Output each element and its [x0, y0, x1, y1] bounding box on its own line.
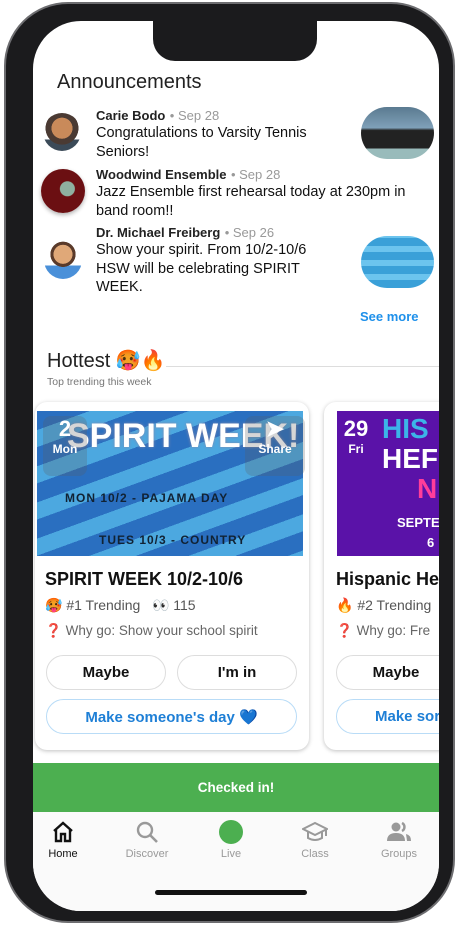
announcement-thumbnail[interactable] [361, 107, 434, 159]
image-text: HEF [382, 443, 438, 474]
screen: Announcements Carie Bodo • Sep 28 Congra… [33, 21, 439, 911]
see-more-link[interactable]: See more [360, 309, 419, 324]
im-in-button[interactable]: I'm in [177, 655, 297, 690]
image-text: SEPTE [397, 515, 439, 530]
view-count: 👀 115 [151, 597, 196, 613]
announcements-title: Announcements [57, 71, 202, 93]
image-text: MON 10/2 - PAJAMA DAY [65, 491, 229, 505]
post-date: • Sep 28 [230, 167, 281, 182]
avatar [43, 113, 81, 151]
event-title: SPIRIT WEEK 10/2-10/6 [45, 569, 244, 589]
maybe-button[interactable]: Maybe [46, 655, 166, 690]
event-card[interactable]: SPIRIT WEEK! MON 10/2 - PAJAMA DAY TUES … [35, 402, 309, 750]
event-card[interactable]: HIS HEF N SEPTE 6 29 Fri Hispanic He 🔥 #… [324, 402, 439, 750]
share-label: Share [258, 442, 292, 456]
image-text: TUES 10/3 - COUNTRY [99, 533, 247, 547]
home-icon [53, 821, 73, 843]
tab-label: Groups [380, 848, 418, 860]
post-date: • Sep 26 [224, 225, 275, 240]
tab-label: Discover [125, 848, 169, 860]
live-dot-icon [219, 820, 243, 844]
share-button[interactable]: ➤ Share [245, 416, 305, 476]
hottest-subtitle: Top trending this week [47, 376, 152, 388]
avatar [41, 169, 85, 213]
question-icon: ❓ [336, 623, 353, 638]
why-go-text: Why go: Fre [356, 623, 431, 638]
image-text: 6 [427, 535, 435, 550]
why-go-text: Why go: Show your school spirit [65, 623, 258, 638]
day-number: 29 [343, 416, 369, 441]
announcement-text: Show your spirit. From 10/2-10/6 HSW wil… [96, 242, 307, 295]
trending-rank: 🔥 #2 Trending [336, 597, 432, 613]
trending-rank: 🥵 #1 Trending [45, 597, 141, 613]
hottest-title: Hottest 🥵🔥 [47, 350, 166, 372]
phone-frame: Announcements Carie Bodo • Sep 28 Congra… [4, 2, 455, 923]
weekday: Fri [348, 442, 364, 456]
image-text: HIS [382, 413, 429, 444]
maybe-button[interactable]: Maybe [336, 655, 439, 690]
divider [166, 366, 439, 367]
weekday: Mon [52, 442, 78, 456]
make-someones-day-button[interactable]: Make sor [336, 699, 439, 734]
announcement-text: Jazz Ensemble first rehearsal today at 2… [96, 184, 406, 219]
tab-home[interactable]: Home [33, 820, 98, 860]
tab-bar: Home Discover Live Class Groups [33, 812, 439, 911]
day-number: 2 [58, 416, 72, 441]
groups-icon [387, 821, 411, 841]
date-badge: 29 Fri [336, 416, 376, 476]
tab-discover[interactable]: Discover [112, 820, 182, 860]
graduation-cap-icon [302, 821, 328, 841]
date-badge: 2 Mon [43, 416, 87, 476]
author-name: Woodwind Ensemble [96, 167, 227, 182]
why-go: ❓ Why go: Fre [336, 623, 430, 639]
why-go: ❓ Why go: Show your school spirit [45, 623, 258, 639]
tab-label: Class [301, 848, 329, 860]
announcement-thumbnail[interactable] [361, 236, 434, 288]
avatar [44, 241, 82, 279]
author-name: Dr. Michael Freiberg [96, 225, 221, 240]
announcement-text: Congratulations to Varsity Tennis Senior… [96, 125, 307, 160]
checked-in-banner[interactable]: Checked in! [33, 763, 439, 812]
home-indicator[interactable] [155, 890, 307, 895]
tab-label: Home [48, 848, 78, 860]
post-date: • Sep 28 [169, 108, 220, 123]
event-title: Hispanic He [336, 569, 439, 589]
tab-groups[interactable]: Groups [364, 820, 434, 860]
make-someones-day-button[interactable]: Make someone's day 💙 [46, 699, 297, 734]
tab-class[interactable]: Class [280, 820, 350, 860]
share-icon: ➤ [265, 416, 285, 441]
trending-info: 🥵 #1 Trending 👀 115 [45, 597, 196, 614]
image-text: N [417, 473, 438, 504]
search-icon [136, 821, 158, 843]
notch [153, 21, 317, 61]
author-name: Carie Bodo [96, 108, 166, 123]
tab-live[interactable]: Live [196, 820, 266, 860]
tab-label: Live [220, 848, 242, 860]
question-icon: ❓ [45, 623, 62, 638]
